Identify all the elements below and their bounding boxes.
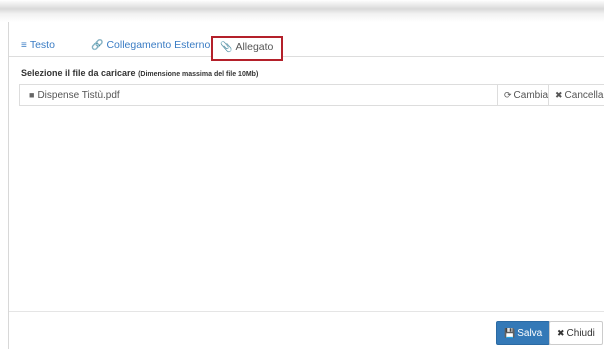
tab-collegamento-label: Collegamento Esterno: [106, 39, 211, 51]
remove-file-button[interactable]: ✖ Cancella: [548, 85, 604, 105]
file-input-row: ■ Dispense Tistù.pdf ⟳ Cambia ✖ Cancella: [19, 84, 604, 106]
close-icon: ✖: [555, 90, 563, 100]
remove-file-label: Cancella: [564, 90, 604, 101]
file-icon: ■: [29, 90, 35, 100]
paperclip-icon: 📎: [220, 42, 233, 53]
close-button[interactable]: ✖ Chiudi: [549, 321, 603, 345]
align-left-icon: ≡: [21, 40, 27, 51]
selected-file: ■ Dispense Tistù.pdf: [29, 85, 120, 106]
tab-testo-label: Testo: [29, 39, 55, 51]
file-name-text: Dispense Tistù.pdf: [37, 90, 120, 101]
refresh-icon: ⟳: [504, 90, 512, 100]
tab-allegato-label: Allegato: [235, 41, 274, 53]
window-shadow: [0, 0, 604, 22]
tab-allegato[interactable]: 📎 Allegato: [211, 36, 284, 61]
upload-label: Selezione il file da caricare (Dimension…: [21, 68, 258, 78]
tab-collegamento-esterno[interactable]: 🔗 Collegamento Esterno: [91, 34, 210, 56]
close-label: Chiudi: [566, 328, 595, 339]
dialog-footer: 💾 Salva ✖ Chiudi: [9, 311, 604, 350]
upload-size-hint: (Dimensione massima del file 10Mb): [138, 71, 259, 78]
save-button[interactable]: 💾 Salva: [496, 321, 551, 345]
link-icon: 🔗: [91, 40, 104, 51]
close-icon: ✖: [557, 328, 565, 338]
save-icon: 💾: [504, 328, 516, 338]
tab-testo[interactable]: ≡ Testo: [21, 34, 55, 56]
upload-label-text: Selezione il file da caricare: [21, 68, 136, 78]
change-file-button[interactable]: ⟳ Cambia: [497, 85, 555, 105]
save-label: Salva: [517, 328, 543, 339]
change-file-label: Cambia: [513, 90, 549, 101]
tab-bar: ≡ Testo 🔗 Collegamento Esterno 📎 Allegato: [9, 30, 604, 61]
attachment-dialog: ≡ Testo 🔗 Collegamento Esterno 📎 Allegato S…: [8, 22, 604, 350]
